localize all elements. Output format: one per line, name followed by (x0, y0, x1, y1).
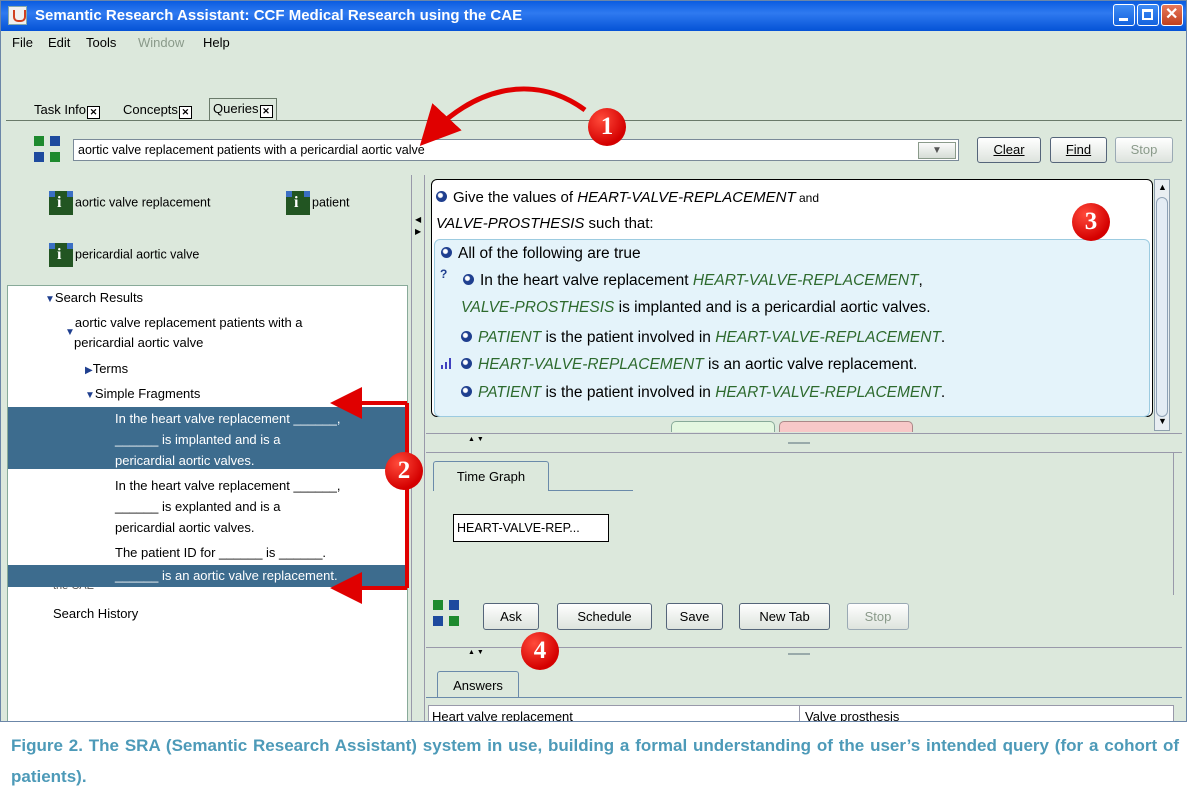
annotation-3: 3 (1072, 203, 1110, 241)
annotation-4: 4 (521, 632, 559, 670)
annotation-2: 2 (385, 452, 423, 490)
arrow-1 (419, 86, 587, 146)
annotation-arrows (330, 86, 587, 604)
annotation-1: 1 (588, 108, 626, 146)
figure-caption: Figure 2. The SRA (Semantic Research Ass… (11, 736, 1179, 786)
